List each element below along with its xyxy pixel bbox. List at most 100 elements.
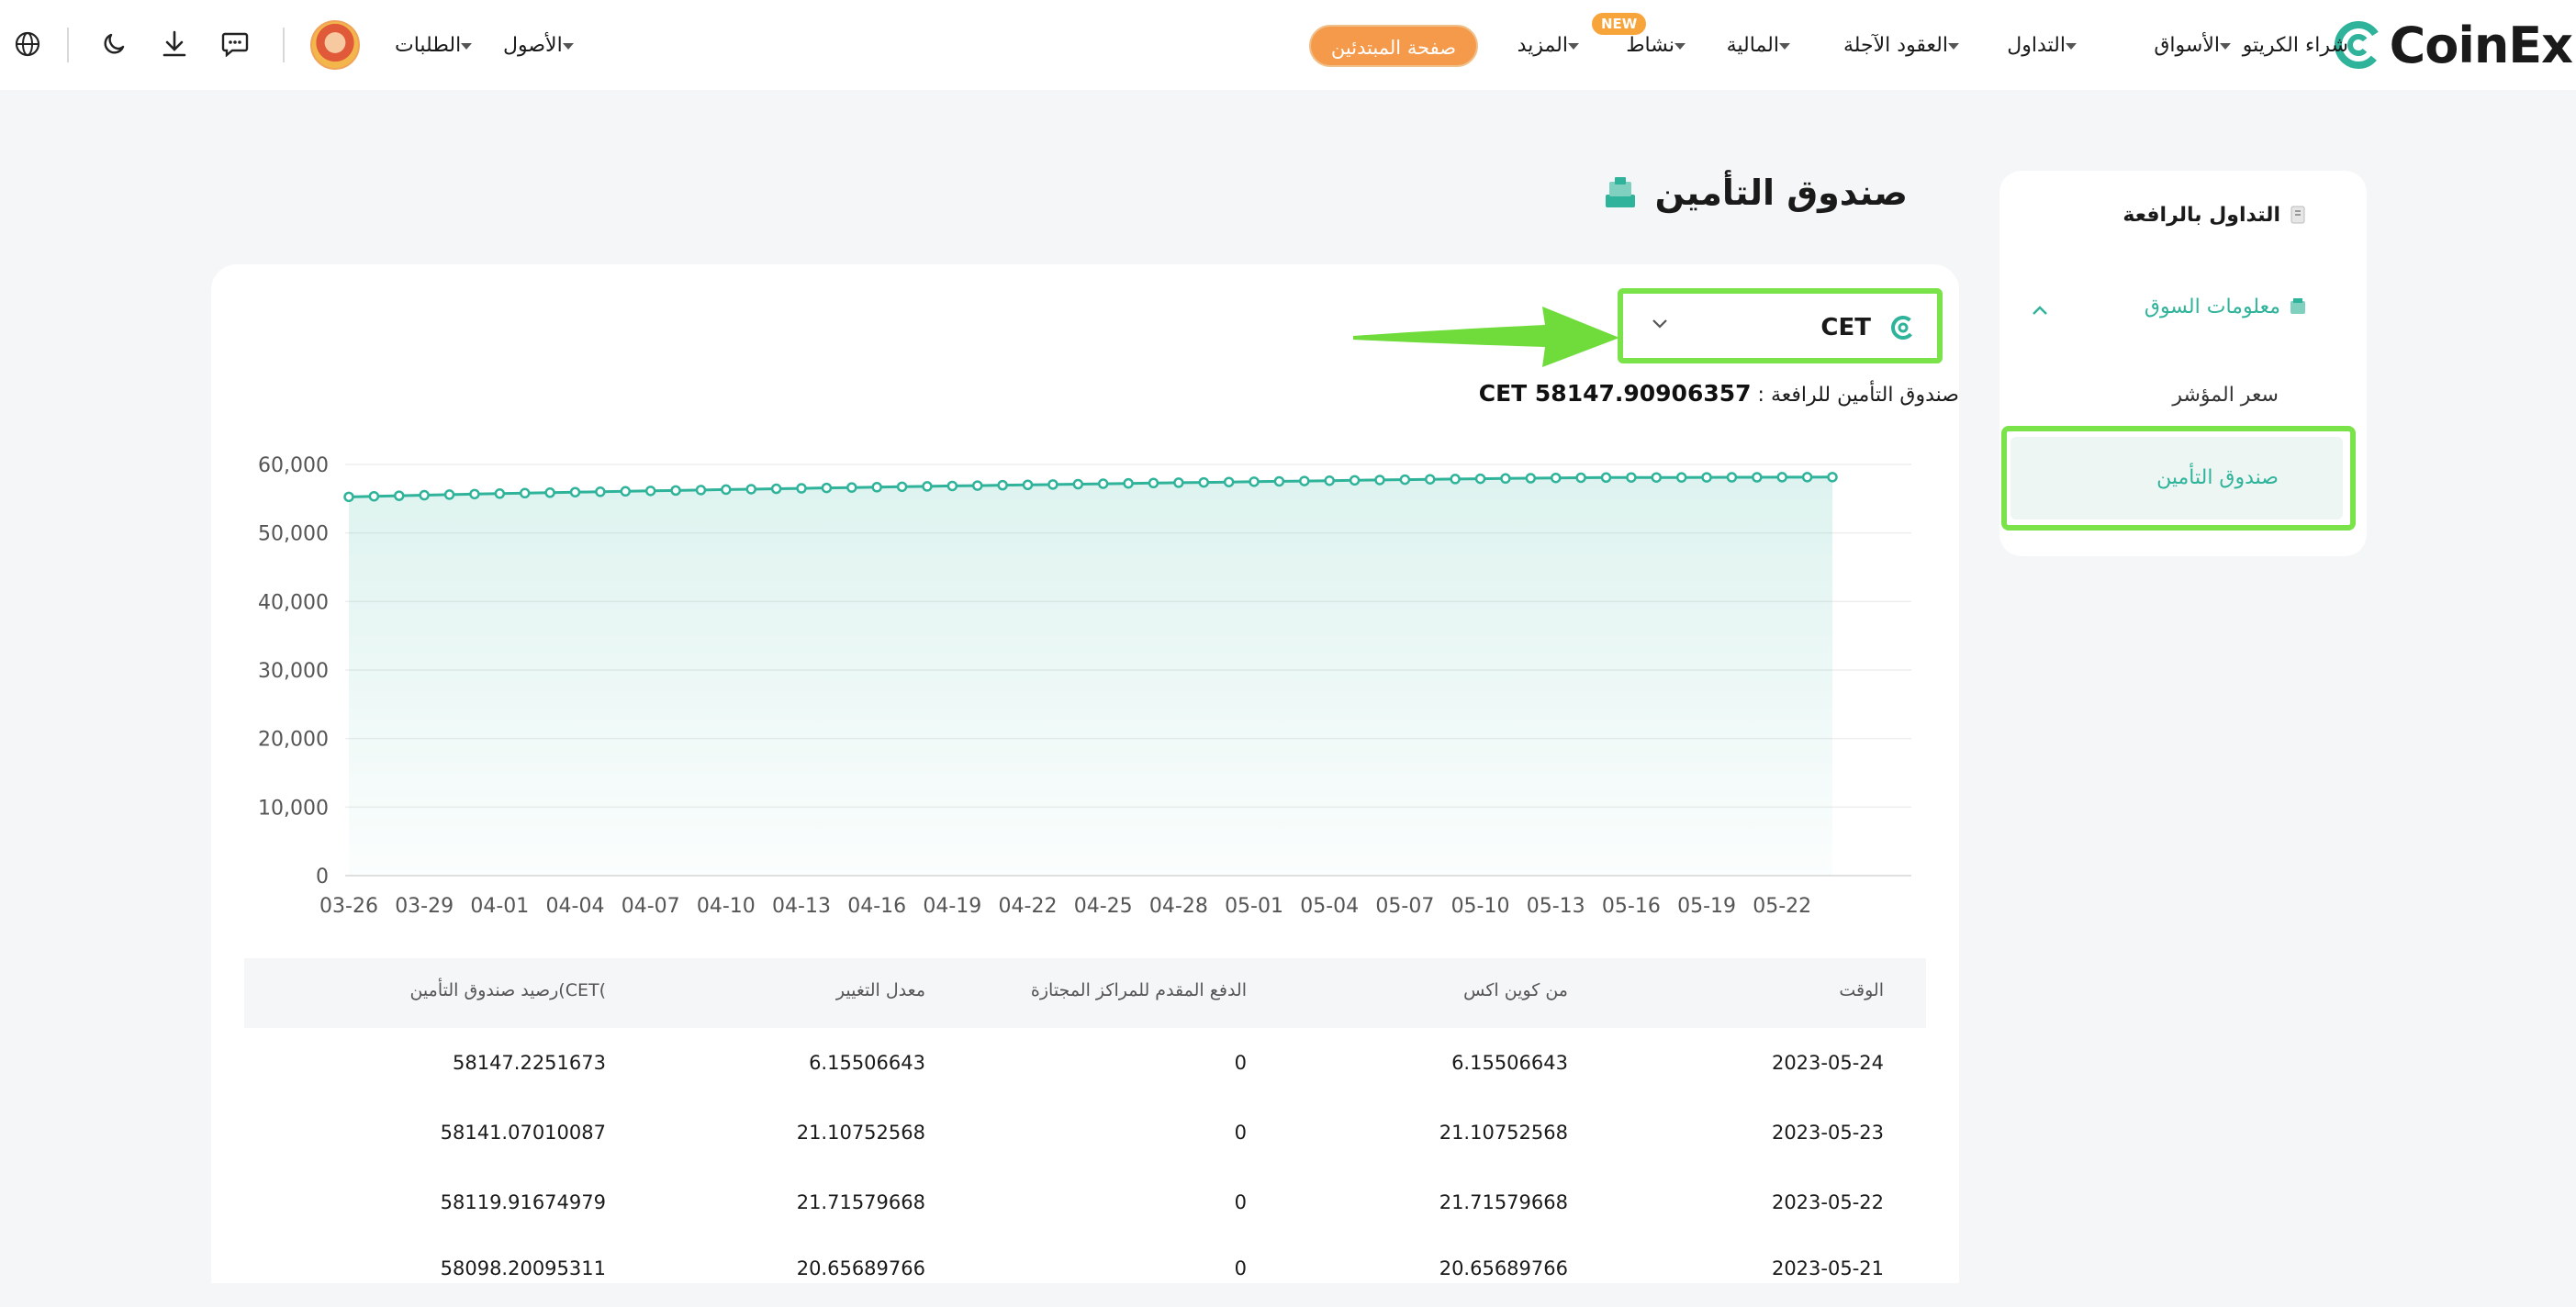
col-fund-balance: رصيد صندوق التأمين(CET( xyxy=(409,980,606,1000)
data-point xyxy=(1675,472,1687,483)
globe-language-icon[interactable] xyxy=(13,29,42,59)
cell-from-coinex: 6.15506643 xyxy=(1451,1052,1568,1074)
nav-more[interactable]: المزيد xyxy=(1518,28,1583,64)
cell-time: 2023-05-24 xyxy=(1771,1052,1884,1074)
x-tick-label: 04-25 xyxy=(1074,895,1133,918)
margin-icon xyxy=(2290,206,2305,224)
data-point xyxy=(946,480,958,492)
table-row: 2023-05-21 20.65689766 0 20.65689766 580… xyxy=(244,1237,1926,1307)
col-from-coinex: من كوين اكس xyxy=(1463,980,1568,1000)
nav-trade-label: التداول xyxy=(2007,34,2066,57)
sidebar-item-label: معلومات السوق xyxy=(2144,296,2280,318)
cell-change: 6.15506643 xyxy=(809,1052,925,1074)
nav-buy-crypto[interactable]: شراء الكريتو xyxy=(2243,28,2348,64)
data-point xyxy=(1752,472,1763,483)
data-point xyxy=(443,489,455,500)
data-point xyxy=(1223,476,1235,487)
cet-coin-icon xyxy=(1891,316,1915,340)
data-point xyxy=(971,480,983,491)
cell-balance: 58147.2251673 xyxy=(452,1052,606,1074)
data-point xyxy=(469,488,480,500)
cell-time: 2023-05-23 xyxy=(1771,1122,1884,1144)
data-point xyxy=(1450,474,1461,485)
cell-change: 21.71579668 xyxy=(796,1191,925,1213)
sidebar-item-label: التداول بالرافعة xyxy=(2122,204,2280,227)
top-navigation: CoinEx شراء الكريتو الأسواق التداول العق… xyxy=(0,0,2576,90)
caret-down-icon xyxy=(1674,42,1686,50)
insurance-fund-icon xyxy=(1605,177,1635,207)
market-info-icon xyxy=(2290,298,2305,314)
green-arrow-annotation xyxy=(1353,307,1619,367)
avatar[interactable] xyxy=(310,20,360,70)
download-icon[interactable] xyxy=(160,29,189,59)
sidebar-item-index-price[interactable]: سعر المؤشر xyxy=(2172,384,2279,407)
nav-markets[interactable]: الأسواق xyxy=(2154,28,2234,64)
y-tick-label: 20,000 xyxy=(258,729,329,752)
nav-more-label: المزيد xyxy=(1517,34,1568,57)
data-point xyxy=(368,490,380,502)
cell-prepay: 0 xyxy=(1234,1122,1247,1144)
nav-trade[interactable]: التداول xyxy=(2007,28,2080,64)
cell-time: 2023-05-22 xyxy=(1771,1191,1884,1213)
series-area xyxy=(349,476,1832,876)
nav-futures[interactable]: العقود الآجلة xyxy=(1843,28,1963,64)
coinex-logo[interactable]: CoinEx xyxy=(2333,15,2573,75)
fund-balance-line: صندوق التأمين للرافعة : CET 58147.909063… xyxy=(1479,380,1959,407)
data-point xyxy=(1827,472,1838,483)
data-point xyxy=(922,481,933,492)
data-point xyxy=(670,485,681,497)
data-point xyxy=(644,486,656,497)
beginner-page-button[interactable]: صفحة المبتدئين xyxy=(1309,25,1478,67)
y-tick-label: 50,000 xyxy=(258,523,329,546)
data-point xyxy=(1097,478,1109,489)
data-point xyxy=(569,486,581,497)
nav-assets[interactable]: الأصول xyxy=(503,28,577,64)
data-point xyxy=(1474,473,1486,485)
nav-divider xyxy=(67,28,69,62)
nav-finance[interactable]: المالية xyxy=(1727,28,1794,64)
caret-down-icon xyxy=(1568,42,1579,50)
col-time: الوقت xyxy=(1839,980,1884,1000)
data-point xyxy=(343,491,354,503)
data-point xyxy=(1072,478,1084,490)
brand-name: CoinEx xyxy=(2389,16,2573,74)
data-point xyxy=(721,484,732,496)
data-point xyxy=(770,483,782,495)
data-point xyxy=(1550,472,1562,484)
x-tick-label: 04-04 xyxy=(546,895,605,918)
x-tick-label: 04-10 xyxy=(697,895,756,918)
nav-assets-label: الأصول xyxy=(503,34,563,57)
data-point xyxy=(997,479,1008,491)
cell-balance: 58098.20095311 xyxy=(440,1257,606,1279)
x-tick-label: 05-13 xyxy=(1527,895,1585,918)
chevron-up-icon[interactable] xyxy=(2031,299,2049,322)
coin-selector[interactable]: CET xyxy=(1618,288,1943,363)
fund-balance-value: CET 58147.90906357 xyxy=(1478,380,1752,407)
y-tick-label: 60,000 xyxy=(258,454,329,477)
data-point xyxy=(1626,472,1637,483)
nav-orders[interactable]: الطلبات xyxy=(395,28,476,64)
caret-down-icon xyxy=(461,42,473,50)
data-point xyxy=(519,487,531,499)
caret-down-icon xyxy=(1779,42,1790,50)
cell-prepay: 0 xyxy=(1234,1052,1247,1074)
data-point xyxy=(1425,474,1436,485)
y-tick-label: 30,000 xyxy=(258,660,329,683)
sidebar-item-market-info[interactable]: معلومات السوق xyxy=(2145,296,2308,318)
new-badge: NEW xyxy=(1592,13,1647,35)
dark-mode-moon-icon[interactable] xyxy=(99,29,129,59)
message-icon[interactable] xyxy=(220,29,250,59)
x-tick-label: 05-22 xyxy=(1753,895,1811,918)
data-point xyxy=(620,486,632,497)
y-tick-label: 0 xyxy=(316,866,329,888)
data-point xyxy=(494,488,506,499)
x-tick-label: 05-10 xyxy=(1451,895,1510,918)
sidebar-item-margin-trading[interactable]: التداول بالرافعة xyxy=(2122,204,2308,227)
data-point xyxy=(1349,475,1361,486)
data-point xyxy=(1173,477,1184,488)
x-tick-label: 05-07 xyxy=(1375,895,1434,918)
data-point xyxy=(1726,472,1738,483)
x-tick-label: 04-01 xyxy=(470,895,529,918)
data-point xyxy=(1575,472,1586,484)
data-point xyxy=(821,482,833,494)
